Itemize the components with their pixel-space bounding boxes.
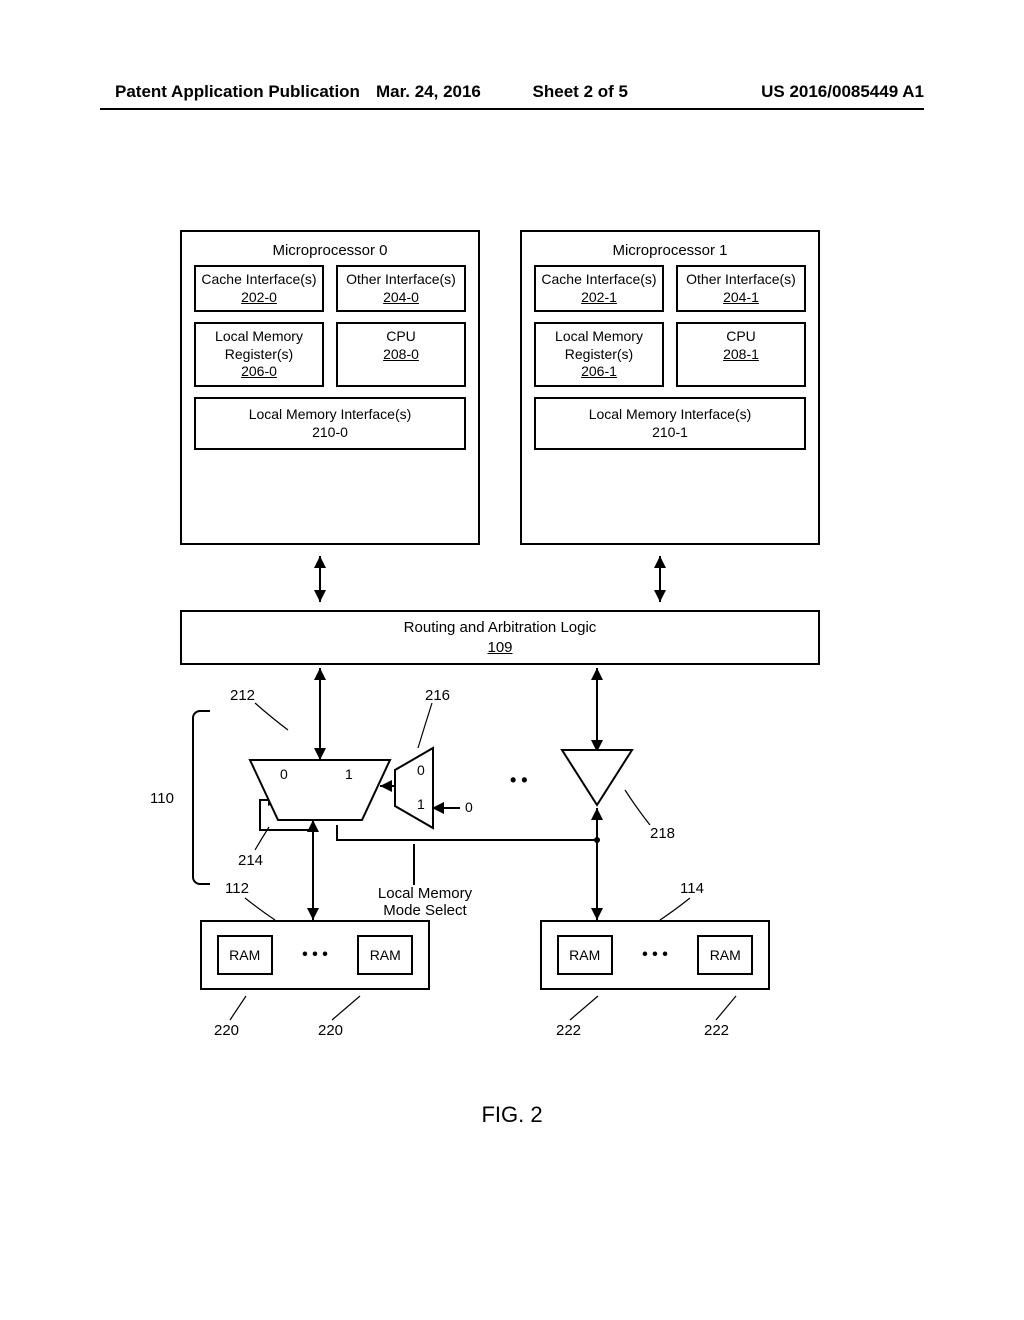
ref-220b: 220 <box>318 1022 343 1039</box>
mux-212: 0 1 <box>250 760 390 820</box>
header-left: Patent Application Publication <box>115 82 376 102</box>
ref-112: 112 <box>225 880 249 897</box>
ram-block: RAM <box>217 935 273 975</box>
ref-214: 214 <box>238 852 263 869</box>
smux-sel: 0 <box>465 799 473 815</box>
mux-in1: 1 <box>345 766 353 782</box>
figure-label: FIG. 2 <box>0 1102 1024 1128</box>
brace-110 <box>192 710 210 885</box>
routing-arbitration-logic: Routing and Arbitration Logic 109 <box>180 610 820 665</box>
ral-text: Routing and Arbitration Logic <box>404 619 597 636</box>
ram-ellipsis: • • • <box>642 946 668 964</box>
routing-block-110: 1 1 0 212 216 218 214 0 1 0 1 0 <box>170 680 850 930</box>
ram-ellipsis: • • • <box>302 946 328 964</box>
smux-in1: 1 <box>417 796 425 812</box>
ref-212: 212 <box>230 687 255 704</box>
ram-block: RAM <box>557 935 613 975</box>
ref-222a: 222 <box>556 1022 581 1039</box>
header-rule <box>100 108 924 110</box>
ref-114: 114 <box>680 880 704 897</box>
mode-select-label: Local Memory Mode Select <box>365 885 485 919</box>
ref-216: 216 <box>425 687 450 704</box>
patent-figure-page: Patent Application Publication Mar. 24, … <box>0 0 1024 1320</box>
smux-in0: 0 <box>417 762 425 778</box>
ellipsis-dots: • • <box>510 770 528 791</box>
header-pubno: US 2016/0085449 A1 <box>663 82 924 102</box>
ram-block: RAM <box>697 935 753 975</box>
ral-ref: 109 <box>487 639 512 656</box>
header-sheet: Sheet 2 of 5 <box>533 82 663 102</box>
page-header: Patent Application Publication Mar. 24, … <box>0 82 1024 102</box>
ref-220a: 220 <box>214 1022 239 1039</box>
ram-block: RAM <box>357 935 413 975</box>
ram-group-0: RAM • • • RAM <box>200 920 430 990</box>
diagram-area: Microprocessor 0 Cache Interface(s) 202-… <box>170 230 850 1110</box>
buffer-218 <box>562 750 632 810</box>
ram-group-1: RAM • • • RAM <box>540 920 770 990</box>
mux-in0: 0 <box>280 766 288 782</box>
ref-218: 218 <box>650 825 675 842</box>
header-date: Mar. 24, 2016 <box>376 82 533 102</box>
ref-110: 110 <box>150 790 174 807</box>
ref-222b: 222 <box>704 1022 729 1039</box>
small-mux-216: 0 1 <box>395 748 433 828</box>
